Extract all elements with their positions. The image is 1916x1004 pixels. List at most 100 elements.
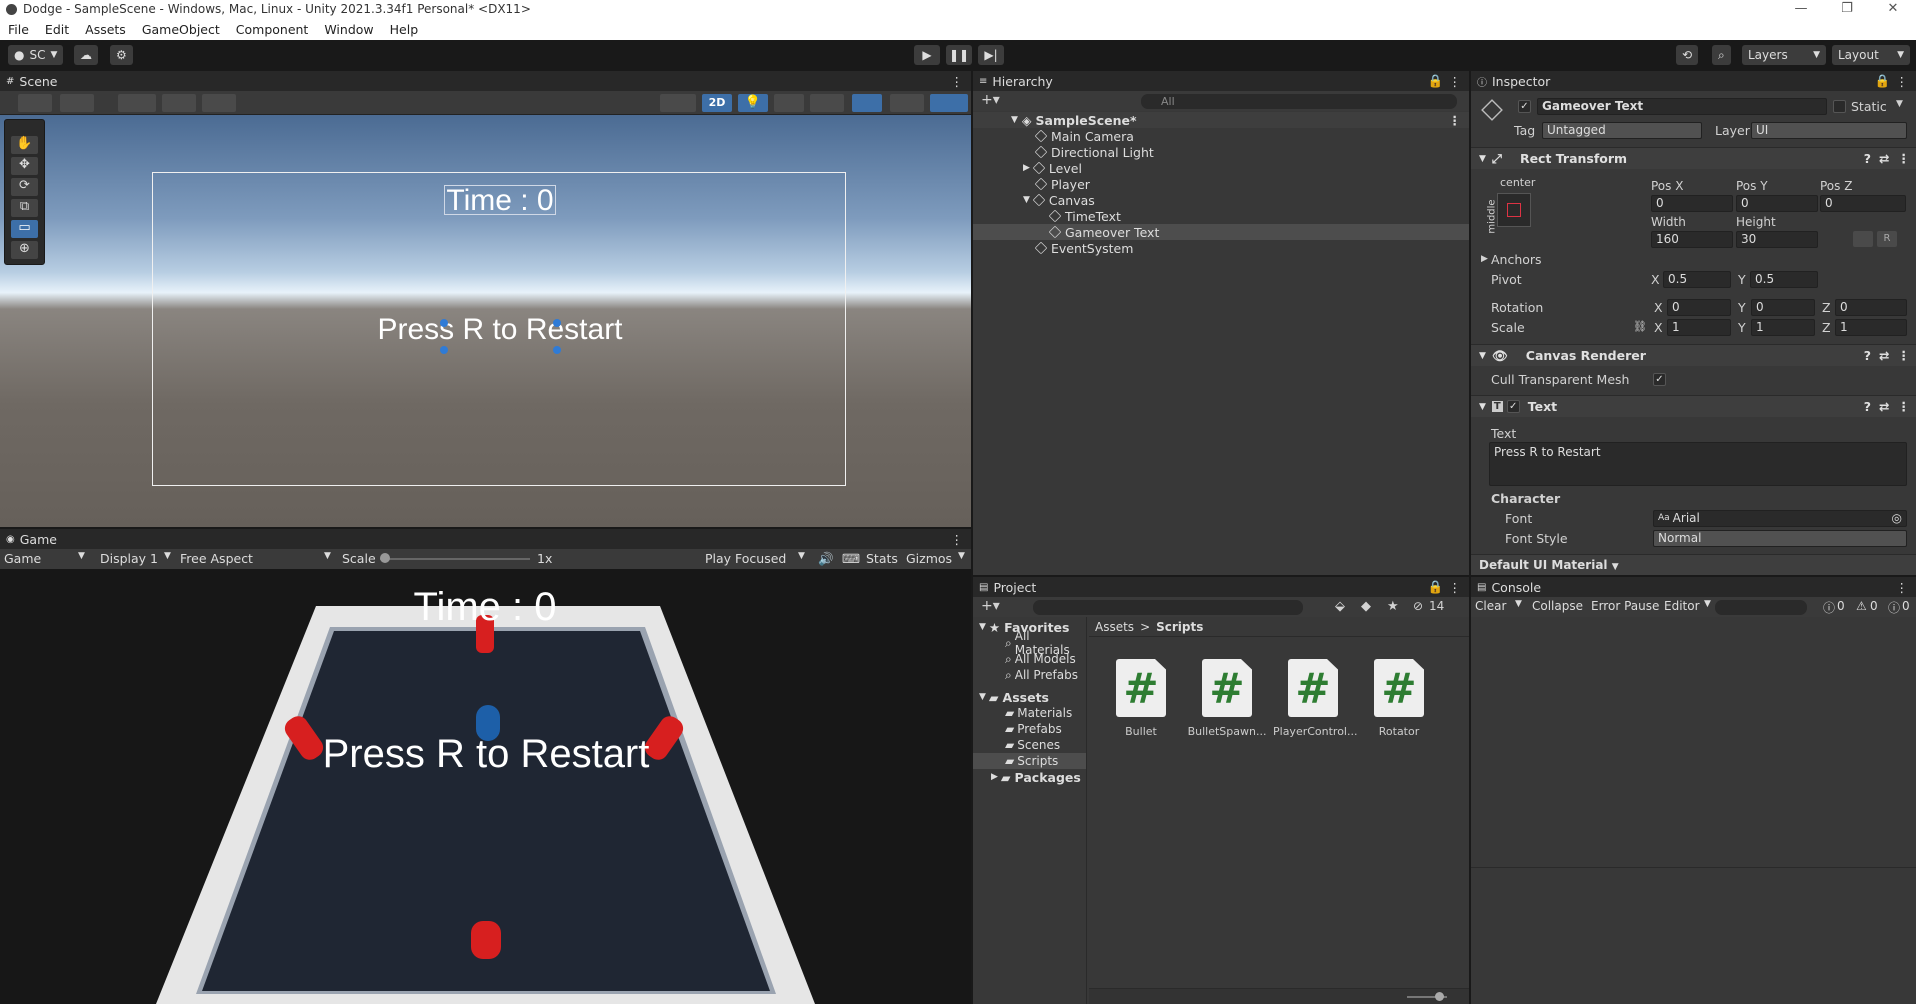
console-search-input[interactable]: [1715, 600, 1807, 615]
csharp-script-icon[interactable]: #: [1374, 659, 1424, 717]
blueprint-mode-button[interactable]: [1853, 231, 1873, 247]
lock-icon[interactable]: 🔒: [1875, 73, 1891, 89]
rect-handle[interactable]: [440, 346, 448, 354]
rotate-tool-icon[interactable]: ⟳: [11, 178, 38, 196]
lock-icon[interactable]: 🔒: [1428, 579, 1444, 595]
maximize-button[interactable]: ❐: [1824, 0, 1870, 18]
packages-item[interactable]: ▶ ▰ Packages: [973, 769, 1086, 785]
tab-hierarchy[interactable]: Hierarchy: [992, 74, 1052, 89]
project-search-input[interactable]: [1033, 600, 1303, 615]
stats-button[interactable]: Stats: [866, 551, 898, 566]
game-viewport[interactable]: Time : 0 Press R to Restart: [0, 569, 971, 1004]
list-item-selected[interactable]: ▰ Scripts: [973, 753, 1086, 769]
font-style-dropdown[interactable]: Normal: [1653, 530, 1907, 547]
more-icon[interactable]: ⋮: [1898, 151, 1911, 166]
menu-help[interactable]: Help: [382, 22, 427, 37]
tab-console[interactable]: Console: [1491, 580, 1541, 595]
pos-y-field[interactable]: 0: [1736, 195, 1818, 212]
canvas-renderer-header[interactable]: ▼ 👁 Canvas Renderer ? ⇄ ⋮: [1471, 344, 1916, 366]
more-icon[interactable]: ⋮: [951, 74, 964, 89]
keyboard-icon[interactable]: ⌨: [842, 551, 860, 566]
effects-dropdown[interactable]: [810, 94, 844, 112]
list-item[interactable]: ⌕ All Models: [973, 651, 1086, 667]
toggle-2d-button[interactable]: 2D: [702, 94, 732, 112]
add-icon[interactable]: +▾: [981, 598, 1000, 614]
tab-inspector[interactable]: Inspector: [1492, 74, 1550, 89]
hand-tool-icon[interactable]: ✋: [11, 136, 38, 154]
tag-dropdown[interactable]: Untagged: [1542, 122, 1702, 139]
filter-label-icon[interactable]: ◆: [1361, 599, 1371, 614]
info-icon[interactable]: ⓘ: [1823, 599, 1835, 616]
breadcrumb-assets[interactable]: Assets: [1095, 620, 1134, 634]
link-icon[interactable]: ⛓: [1633, 320, 1647, 333]
move-tool-icon[interactable]: ✥: [11, 157, 38, 175]
scale-y-field[interactable]: 1: [1751, 319, 1815, 336]
static-checkbox[interactable]: [1833, 100, 1846, 113]
preset-icon[interactable]: ⇄: [1879, 348, 1889, 363]
more-icon[interactable]: ⋮: [1449, 580, 1462, 595]
chevron-right-icon[interactable]: ▶: [1023, 163, 1030, 173]
pivot-x-field[interactable]: 0.5: [1663, 271, 1731, 288]
more-icon[interactable]: ⋮: [1449, 113, 1462, 128]
account-button[interactable]: ● SC ▼: [8, 45, 64, 65]
more-icon[interactable]: ⋮: [1896, 580, 1909, 595]
rect-transform-header[interactable]: ▼ ⤢ Rect Transform ? ⇄ ⋮: [1471, 147, 1916, 169]
list-item[interactable]: Player: [973, 176, 1469, 192]
tab-project[interactable]: Project: [993, 580, 1036, 595]
menu-gameobject[interactable]: GameObject: [134, 22, 228, 37]
menu-component[interactable]: Component: [228, 22, 317, 37]
icon-size-slider-thumb[interactable]: [1435, 992, 1444, 1001]
asset-label[interactable]: PlayerControl...: [1273, 725, 1357, 738]
transform-tool-icon[interactable]: ⊕: [11, 241, 38, 259]
asset-label[interactable]: BulletSpawn...: [1187, 725, 1267, 738]
object-picker-icon[interactable]: ◎: [1892, 511, 1902, 526]
asset-label[interactable]: Bullet: [1101, 725, 1181, 738]
more-icon[interactable]: ⋮: [1449, 74, 1462, 89]
help-icon[interactable]: ?: [1864, 399, 1871, 414]
active-checkbox[interactable]: ✓: [1518, 100, 1531, 113]
text-component-header[interactable]: ▼ T ✓ Text ? ⇄ ⋮: [1471, 395, 1916, 417]
step-button[interactable]: ▶|: [978, 45, 1004, 65]
console-divider[interactable]: [1471, 867, 1916, 868]
font-field[interactable]: Aa Arial ◎: [1653, 510, 1907, 527]
list-item-selected[interactable]: Gameover Text: [973, 224, 1469, 240]
scale-z-field[interactable]: 1: [1835, 319, 1907, 336]
shading-dropdown[interactable]: [660, 94, 696, 112]
hidden-packages-icon[interactable]: ⊘: [1413, 599, 1423, 613]
scene-restart-text[interactable]: Press R to Restart: [350, 315, 650, 345]
text-enabled-checkbox[interactable]: ✓: [1506, 400, 1520, 413]
material-preview-bar[interactable]: Default UI Material ▼: [1471, 554, 1916, 575]
lock-icon[interactable]: 🔒: [1428, 73, 1444, 89]
chevron-down-icon[interactable]: ▼: [1896, 99, 1903, 109]
scene-viewport[interactable]: Time : 0 Press R to Restart: [0, 115, 971, 528]
grid-snap-dropdown[interactable]: [118, 94, 156, 112]
close-button[interactable]: ✕: [1870, 0, 1916, 18]
lighting-toggle[interactable]: 💡: [738, 94, 768, 112]
rot-x-field[interactable]: 0: [1667, 299, 1731, 316]
scale-tool-icon[interactable]: ⧉: [11, 199, 38, 217]
pivot-y-field[interactable]: 0.5: [1750, 271, 1818, 288]
rect-handle[interactable]: [553, 319, 561, 327]
collab-button[interactable]: ⚙: [110, 45, 133, 65]
layers-dropdown[interactable]: Layers ▼: [1742, 45, 1826, 65]
anchor-presets-button[interactable]: [1497, 193, 1531, 227]
rot-y-field[interactable]: 0: [1751, 299, 1815, 316]
cull-mesh-checkbox[interactable]: ✓: [1653, 373, 1666, 386]
rect-handle[interactable]: [553, 346, 561, 354]
editor-dropdown[interactable]: Editor: [1664, 599, 1700, 613]
gizmos-scene-dropdown[interactable]: [930, 94, 968, 112]
display-dropdown[interactable]: Display 1: [100, 551, 158, 566]
rot-z-field[interactable]: 0: [1835, 299, 1907, 316]
snap-increment-dropdown[interactable]: [162, 94, 196, 112]
pause-button[interactable]: ❚❚: [946, 45, 972, 65]
menu-edit[interactable]: Edit: [37, 22, 77, 37]
csharp-script-icon[interactable]: #: [1116, 659, 1166, 717]
draw-mode-dropdown[interactable]: [18, 94, 52, 112]
layer-dropdown[interactable]: UI: [1751, 122, 1907, 139]
gizmos-button[interactable]: Gizmos: [906, 551, 952, 566]
list-item[interactable]: ▶ Level: [973, 160, 1469, 176]
game-mode-dropdown[interactable]: Game: [4, 551, 41, 566]
scale-slider[interactable]: [380, 558, 530, 560]
help-icon[interactable]: ?: [1864, 348, 1871, 363]
more-icon[interactable]: ⋮: [1896, 74, 1909, 89]
